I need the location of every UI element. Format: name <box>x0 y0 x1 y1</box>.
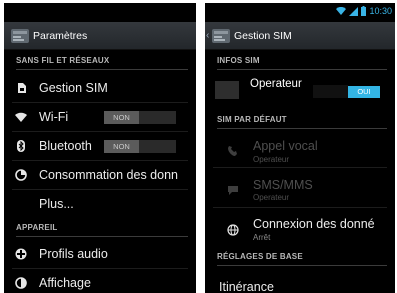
bluetooth-icon <box>15 140 27 152</box>
display-icon <box>15 277 27 289</box>
back-caret-icon[interactable]: ‹ <box>206 31 209 41</box>
list-item-label: Plus... <box>39 197 74 211</box>
status-bar: 10:30 <box>205 3 395 21</box>
message-icon <box>227 184 241 196</box>
action-bar: ‹ Gestion SIM <box>205 22 395 50</box>
list-item-more[interactable]: Plus... <box>4 190 196 219</box>
list-item-data-usage[interactable]: Consommation des donn <box>4 161 196 190</box>
cell-signal-icon <box>349 6 359 16</box>
section-header-wireless: SANS FIL ET RÉSEAUX <box>16 54 188 70</box>
page-title: Gestion SIM <box>234 30 292 42</box>
sim-color-swatch <box>215 81 239 99</box>
battery-icon <box>361 6 367 16</box>
operator-name: Operateur <box>250 78 302 90</box>
section-header-device: APPAREIL <box>16 221 188 237</box>
section-header-basic-settings: RÉGLAGES DE BASE <box>217 250 387 266</box>
data-connection-subtitle: Arrêt <box>253 233 271 242</box>
list-item-label: Profils audio <box>39 247 108 261</box>
sim-card-icon <box>15 82 27 94</box>
list-item-display[interactable]: Affichage <box>4 269 196 293</box>
page-title: Paramètres <box>33 30 88 42</box>
audio-profiles-icon <box>15 248 27 260</box>
list-item-label: Affichage <box>39 276 91 290</box>
list-item-label: Gestion SIM <box>39 81 108 95</box>
list-item-wifi[interactable]: Wi-Fi NON <box>4 103 196 132</box>
data-connection-title: Connexion des donné <box>253 217 375 231</box>
wifi-toggle[interactable]: NON <box>104 111 176 124</box>
roaming-label: Itinérance <box>219 280 274 293</box>
action-bar: Paramètres <box>4 22 196 50</box>
data-usage-icon <box>15 169 27 181</box>
wifi-icon <box>15 111 27 123</box>
status-clock: 10:30 <box>369 6 392 16</box>
list-item-sms-mms[interactable]: SMS/MMS Operateur <box>205 171 395 208</box>
wifi-signal-icon <box>336 7 347 15</box>
section-header-default-sim: SIM PAR DÉFAUT <box>217 113 387 129</box>
sms-mms-title: SMS/MMS <box>253 178 313 192</box>
toggle-state: NON <box>104 111 139 124</box>
section-header-sim-info: INFOS SIM <box>217 54 387 70</box>
voice-call-subtitle: Operateur <box>253 155 290 164</box>
sim-management-screen: 10:30 ‹ Gestion SIM INFOS SIM Operateur … <box>205 3 395 293</box>
list-item-audio-profiles[interactable]: Profils audio <box>4 240 196 269</box>
voice-call-title: Appel vocal <box>253 139 318 153</box>
divider <box>213 207 387 208</box>
toggle-state: NON <box>104 140 139 153</box>
list-item-data-connection[interactable]: Connexion des donné Arrêt <box>205 211 395 248</box>
list-item-label: Bluetooth <box>39 139 92 153</box>
globe-icon <box>227 224 241 236</box>
list-item-roaming[interactable]: Itinérance <box>205 271 395 293</box>
settings-app-icon[interactable] <box>10 28 30 44</box>
phone-icon <box>227 145 241 157</box>
status-bar <box>4 3 196 21</box>
list-item-gestion-sim[interactable]: Gestion SIM <box>4 74 196 103</box>
settings-screen: Paramètres SANS FIL ET RÉSEAUX Gestion S… <box>4 3 196 293</box>
operator-number-field <box>313 85 348 98</box>
sim-enable-toggle[interactable]: OUI <box>348 86 380 98</box>
sms-mms-subtitle: Operateur <box>253 193 290 202</box>
list-item-label: Wi-Fi <box>39 110 69 124</box>
settings-app-icon[interactable] <box>211 28 231 44</box>
divider <box>213 167 387 168</box>
bluetooth-toggle[interactable]: NON <box>104 140 176 153</box>
list-item-bluetooth[interactable]: Bluetooth NON <box>4 132 196 161</box>
list-item-voice-call[interactable]: Appel vocal Operateur <box>205 131 395 168</box>
list-item-label: Consommation des donn <box>39 168 178 182</box>
